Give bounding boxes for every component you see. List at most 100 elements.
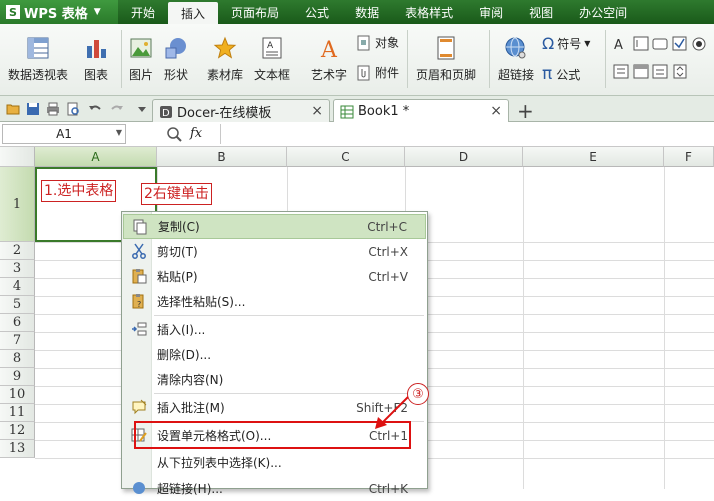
formula-input[interactable] — [222, 124, 712, 144]
column-header-e[interactable]: E — [523, 147, 664, 167]
header-footer-button[interactable]: 页眉和页脚 — [416, 36, 476, 83]
tab-book1[interactable]: Book1 * × — [333, 99, 509, 122]
shapes-icon — [165, 38, 186, 59]
row-header-3[interactable]: 3 — [0, 260, 35, 278]
textbox-button[interactable]: A 文本框 — [254, 36, 290, 83]
insert-function-button[interactable]: fx — [190, 126, 202, 141]
close-icon[interactable]: × — [311, 103, 323, 119]
row-header-11[interactable]: 11 — [0, 404, 35, 422]
redo-icon[interactable] — [110, 102, 124, 116]
row-header-12[interactable]: 12 — [0, 422, 35, 440]
tab-label: Book1 * — [358, 103, 410, 119]
menu-item-paste[interactable]: 粘贴(P) Ctrl+V — [123, 264, 426, 289]
pi-icon: π — [542, 64, 553, 84]
picture-icon — [130, 38, 152, 58]
select-all-corner[interactable] — [0, 147, 35, 167]
column-header-f[interactable]: F — [664, 147, 714, 167]
tab-view[interactable]: 视图 — [516, 0, 566, 24]
save-icon[interactable] — [26, 102, 40, 116]
column-header-b[interactable]: B — [157, 147, 287, 167]
material-library-button[interactable]: 素材库 — [207, 36, 243, 83]
menu-separator — [154, 393, 424, 394]
shape-button[interactable]: 形状 — [164, 36, 188, 83]
close-icon[interactable]: × — [490, 103, 502, 119]
menu-item-label: 剪切(T) — [157, 245, 198, 259]
pivot-table-label: 数据透视表 — [8, 68, 69, 82]
name-box[interactable]: A1 ▼ — [2, 124, 126, 144]
tab-data[interactable]: 数据 — [342, 0, 392, 24]
gridline — [523, 167, 524, 489]
row-header-4[interactable]: 4 — [0, 278, 35, 296]
menu-item-pick-from-list[interactable]: 从下拉列表中选择(K)... — [123, 450, 426, 475]
print-icon[interactable] — [46, 102, 60, 116]
spreadsheet-icon — [340, 105, 354, 119]
new-tab-button[interactable]: + — [517, 99, 534, 123]
menu-item-paste-special[interactable]: ? 选择性粘贴(S)... — [123, 289, 426, 314]
chart-label: 图表 — [84, 68, 109, 82]
menu-item-label: 粘贴(P) — [157, 270, 198, 284]
form-controls-row1: A — [614, 36, 706, 52]
comment-icon — [132, 399, 147, 415]
column-header-c[interactable]: C — [287, 147, 405, 167]
tab-home[interactable]: 开始 — [118, 0, 168, 24]
tab-label: Docer-在线模板 — [177, 105, 272, 121]
bar-chart-icon — [87, 40, 106, 58]
app-menu-button[interactable]: S WPS 表格 ▼ — [0, 0, 118, 24]
tab-page-layout[interactable]: 页面布局 — [218, 0, 292, 24]
ribbon-divider — [121, 30, 122, 88]
chart-button[interactable]: 图表 — [84, 36, 108, 83]
tab-office-space[interactable]: 办公空间 — [566, 0, 640, 24]
attachment-button[interactable]: 附件 — [356, 64, 399, 81]
svg-text:A: A — [320, 38, 338, 60]
star-icon — [213, 36, 237, 59]
tab-docer-templates[interactable]: D Docer-在线模板 × — [152, 99, 330, 122]
object-button[interactable]: 对象 — [356, 34, 399, 51]
open-folder-icon[interactable] — [6, 102, 20, 116]
tab-insert[interactable]: 插入 — [168, 2, 219, 24]
tab-table-style[interactable]: 表格样式 — [392, 0, 466, 24]
wordart-label: 艺术字 — [311, 68, 348, 82]
menu-bar: S WPS 表格 ▼ 开始 插入 页面布局 公式 数据 表格样式 审阅 视图 办… — [0, 0, 714, 24]
object-label: 对象 — [375, 36, 400, 50]
tab-review[interactable]: 审阅 — [466, 0, 516, 24]
menu-item-label: 插入批注(M) — [157, 401, 225, 415]
column-header-d[interactable]: D — [405, 147, 523, 167]
menu-item-cut[interactable]: 剪切(T) Ctrl+X — [123, 239, 426, 264]
row-header-10[interactable]: 10 — [0, 386, 35, 404]
row-header-7[interactable]: 7 — [0, 332, 35, 350]
pivot-table-icon — [27, 37, 49, 59]
menu-item-copy[interactable]: 复制(C) Ctrl+C — [123, 214, 426, 239]
row-header-2[interactable]: 2 — [0, 242, 35, 260]
row-header-1[interactable]: 1 — [0, 167, 35, 242]
menu-item-clear-contents[interactable]: 清除内容(N) — [123, 367, 426, 392]
hyperlink-label: 超链接 — [498, 68, 535, 82]
menu-item-label: 清除内容(N) — [157, 373, 224, 387]
column-header-a[interactable]: A — [35, 147, 157, 167]
picture-button[interactable]: 图片 — [129, 36, 153, 83]
menu-item-delete[interactable]: 删除(D)... — [123, 342, 426, 367]
formula-label: 公式 — [556, 67, 581, 82]
menu-item-insert[interactable]: 插入(I)... — [123, 317, 426, 342]
paperclip-icon — [357, 65, 370, 80]
formula-button[interactable]: π 公式 — [542, 64, 580, 84]
row-header-13[interactable]: 13 — [0, 440, 35, 458]
svg-text:D: D — [162, 108, 170, 119]
row-header-9[interactable]: 9 — [0, 368, 35, 386]
undo-icon[interactable] — [88, 102, 102, 116]
textbox-icon: A — [262, 37, 282, 59]
ribbon-divider — [489, 30, 490, 88]
wordart-button[interactable]: A 艺术字 — [311, 36, 347, 83]
tab-formulas[interactable]: 公式 — [292, 0, 342, 24]
pivot-table-button[interactable]: 数据透视表 — [8, 36, 68, 83]
symbol-button[interactable]: Ω 符号 ▼ — [542, 34, 590, 53]
annotation-step1: 1.选中表格 — [41, 180, 117, 202]
row-header-6[interactable]: 6 — [0, 314, 35, 332]
zoom-icon[interactable] — [166, 126, 182, 142]
annotation-arrow-icon — [375, 396, 409, 429]
hyperlink-button[interactable]: 超链接 — [498, 36, 534, 83]
row-header-5[interactable]: 5 — [0, 296, 35, 314]
chevron-down-icon[interactable] — [135, 102, 149, 116]
row-header-8[interactable]: 8 — [0, 350, 35, 368]
hyperlink-icon — [133, 482, 145, 494]
print-preview-icon[interactable] — [66, 102, 80, 116]
